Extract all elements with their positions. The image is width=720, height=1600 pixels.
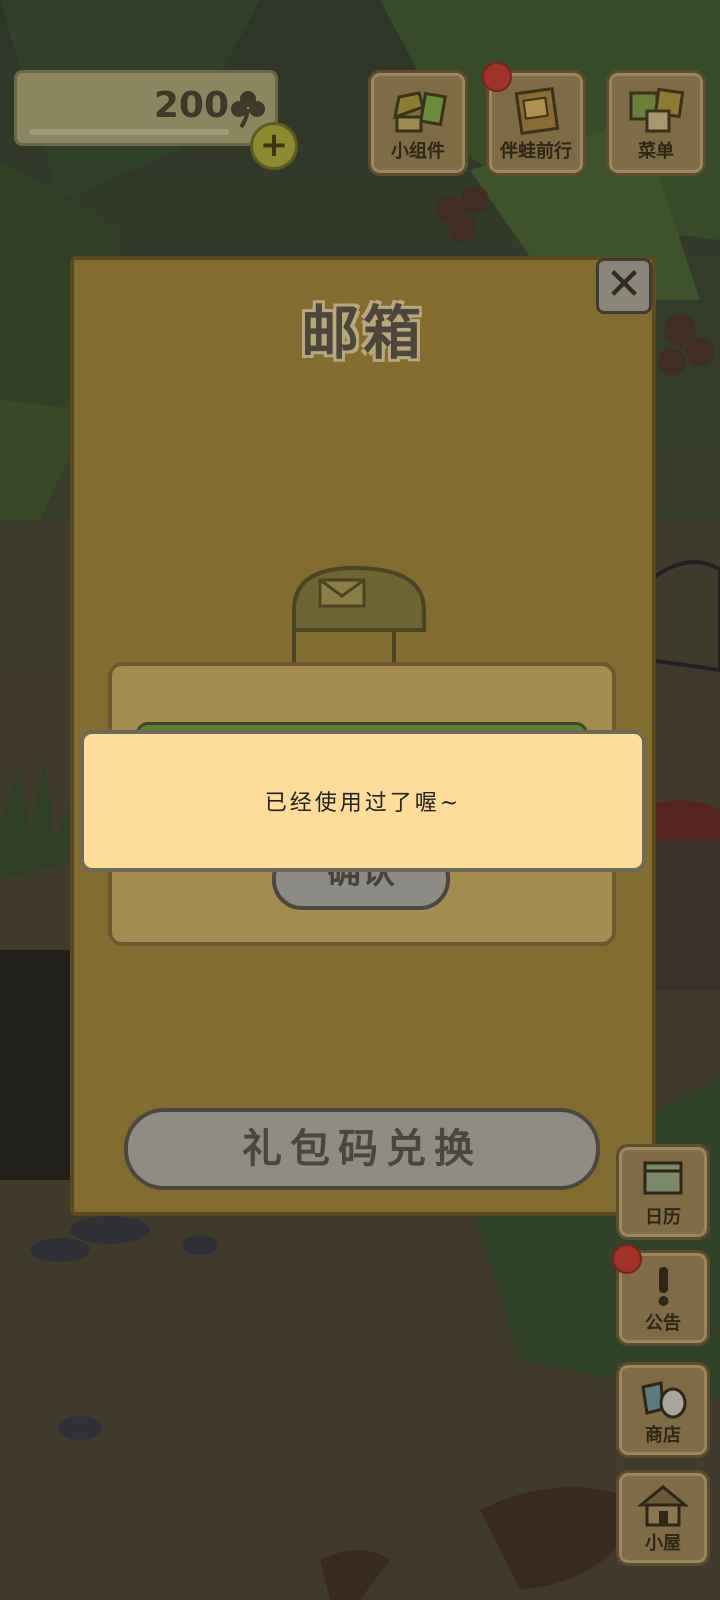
widget-icon — [393, 91, 447, 133]
journey-icon — [514, 87, 560, 135]
journey-button-label: 伴蛙前行 — [500, 141, 572, 162]
clover-icon — [231, 91, 265, 129]
notice-button-label: 公告 — [645, 1313, 681, 1334]
shop-button-label: 商店 — [645, 1425, 681, 1446]
close-button[interactable]: ✕ — [596, 258, 652, 314]
gift-code-redeem-button[interactable]: 礼包码兑换 — [124, 1108, 600, 1190]
shop-button[interactable]: 商店 — [616, 1362, 710, 1458]
shop-icon — [641, 1381, 687, 1419]
house-icon — [637, 1485, 689, 1527]
menu-button[interactable]: 菜单 — [606, 70, 706, 176]
house-button[interactable]: 小屋 — [616, 1470, 710, 1566]
menu-icon — [629, 87, 685, 133]
toast-text: 已经使用过了喔~ — [264, 791, 462, 816]
calendar-icon — [643, 1161, 683, 1195]
notice-icon — [658, 1267, 669, 1306]
add-clover-button[interactable]: + — [250, 122, 298, 170]
widget-button[interactable]: 小组件 — [368, 70, 468, 176]
widget-button-label: 小组件 — [391, 141, 445, 162]
clover-counter: 200 — [14, 70, 278, 146]
mailbox-icon — [292, 565, 426, 666]
journey-notification-dot — [482, 62, 512, 92]
house-button-label: 小屋 — [645, 1533, 681, 1554]
notice-notification-dot — [612, 1244, 642, 1274]
mailbox-title: 邮箱 — [300, 299, 425, 367]
calendar-button-label: 日历 — [645, 1207, 681, 1228]
calendar-button[interactable]: 日历 — [616, 1144, 710, 1240]
toast-message-box: 已经使用过了喔~ — [80, 730, 646, 872]
clover-bar — [29, 129, 229, 135]
clover-count: 200 — [153, 85, 229, 126]
menu-button-label: 菜单 — [638, 141, 674, 162]
